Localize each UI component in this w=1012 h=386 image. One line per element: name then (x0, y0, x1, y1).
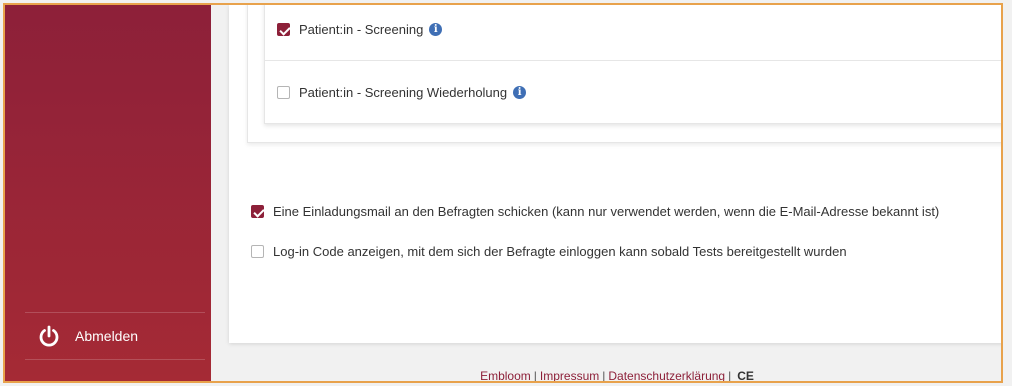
show-login-code-checkbox[interactable] (251, 245, 264, 258)
test-checkbox-screening[interactable] (277, 23, 290, 36)
show-login-code-option[interactable]: Log-in Code anzeigen, mit dem sich der B… (251, 244, 847, 259)
ce-mark: CE (737, 369, 754, 383)
test-selection-card: Patient:in - Screening i Patient:in - Sc… (247, 5, 1001, 143)
logout-button[interactable]: Abmelden (25, 313, 205, 359)
test-row-screening-repeat[interactable]: Patient:in - Screening Wiederholung i (265, 61, 1001, 123)
send-invite-label: Eine Einladungsmail an den Befragten sch… (273, 204, 940, 219)
footer-separator: | (728, 369, 732, 383)
send-invite-checkbox[interactable] (251, 205, 264, 218)
footer-link-impressum[interactable]: Impressum (540, 369, 599, 381)
app-frame: Abmelden Patient:in - Screening i Patien… (3, 3, 1003, 383)
test-label: Patient:in - Screening (299, 22, 424, 37)
send-invite-option[interactable]: Eine Einladungsmail an den Befragten sch… (251, 204, 939, 219)
test-checkbox-screening-repeat[interactable] (277, 85, 290, 99)
test-row-screening[interactable]: Patient:in - Screening i (265, 5, 1001, 61)
footer-separator: | (533, 369, 537, 383)
show-login-code-label: Log-in Code anzeigen, mit dem sich der B… (273, 244, 847, 259)
info-icon[interactable]: i (513, 85, 527, 99)
footer-separator: | (602, 369, 606, 383)
main-panel: Patient:in - Screening i Patient:in - Sc… (229, 5, 1001, 343)
sidebar: Abmelden (5, 5, 211, 381)
sidebar-divider (25, 359, 205, 360)
test-list: Patient:in - Screening i Patient:in - Sc… (264, 5, 1001, 124)
test-label: Patient:in - Screening Wiederholung (299, 84, 508, 100)
info-icon[interactable]: i (429, 23, 443, 36)
power-icon (39, 325, 59, 347)
footer-link-privacy[interactable]: Datenschutzerklärung (608, 369, 725, 381)
footer: Embloom | Impressum | Datenschutzerklärung | C… (229, 369, 1001, 383)
footer-link-embloom[interactable]: Embloom (480, 369, 531, 381)
logout-label: Abmelden (75, 328, 139, 344)
